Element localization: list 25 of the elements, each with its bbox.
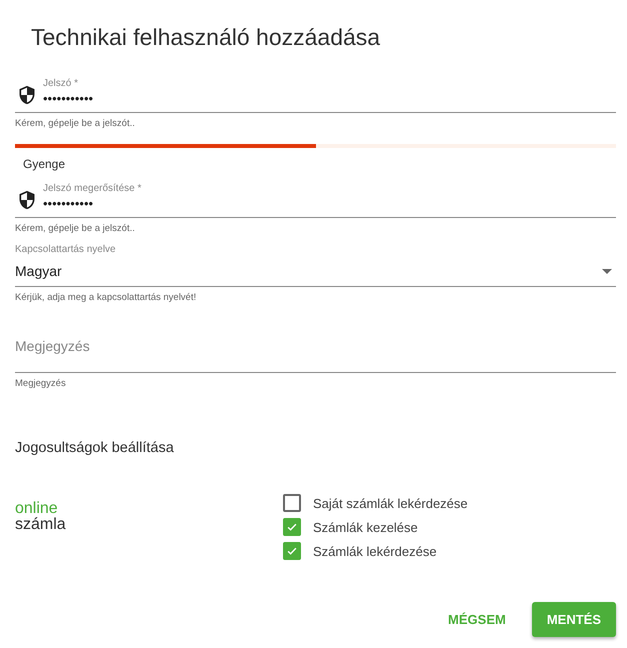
- field-hint: Kérem, gépelje be a jelszót..: [15, 223, 136, 235]
- checkbox-label: Saját számlák lekérdezése: [313, 496, 468, 510]
- field-hint: Kérjük, adja meg a kapcsolattartás nyelvét!: [15, 292, 198, 304]
- note-field[interactable]: Megjegyzés: [15, 330, 616, 373]
- logo-text: online: [15, 501, 58, 517]
- checkbox[interactable]: [283, 542, 301, 560]
- field-hint: Kérem, gépelje be a jelszót..: [15, 118, 136, 130]
- section-title: Jogosultságok beállítása: [15, 440, 175, 458]
- shield-icon: [17, 190, 37, 210]
- field-hint: Megjegyzés: [15, 378, 67, 390]
- dialog-title: Technikai felhasználó hozzáadása: [30, 23, 382, 52]
- field-label: Jelszó megerősítése *: [43, 183, 142, 194]
- checkbox-label: Számlák lekérdezése: [313, 544, 437, 558]
- field-label: Jelszó *: [43, 78, 80, 89]
- caret-icon: [602, 268, 612, 274]
- shield-icon: [17, 85, 37, 105]
- checkbox[interactable]: [283, 518, 301, 536]
- checkbox[interactable]: [283, 494, 301, 512]
- field-label: Kapcsolattartás nyelve: [15, 244, 117, 255]
- password-field[interactable]: •••••••••••: [43, 194, 243, 213]
- language-select[interactable]: Magyar: [15, 259, 616, 287]
- checkbox-label: Számlák kezelése: [313, 520, 418, 534]
- password-field[interactable]: •••••••••••: [43, 89, 243, 108]
- strength-label: Gyenge: [22, 156, 66, 173]
- logo-text: számla: [15, 517, 66, 533]
